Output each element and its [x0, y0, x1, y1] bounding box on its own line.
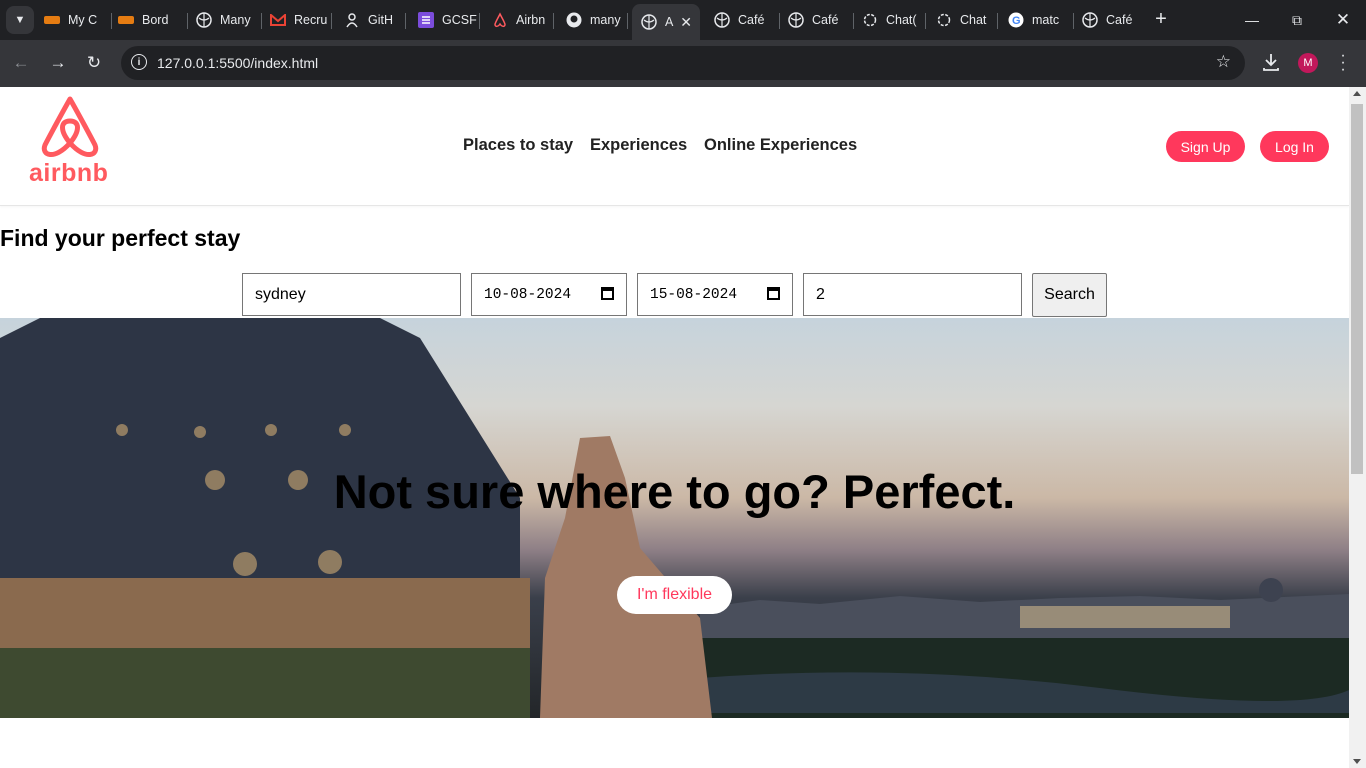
browser-tab[interactable]: Café [714, 6, 780, 34]
browser-tab[interactable]: Chat [936, 6, 998, 34]
tab-search-chevron-icon[interactable]: ▼ [6, 6, 34, 34]
globe-icon [641, 14, 657, 30]
browser-tab[interactable]: Chat( [862, 6, 926, 34]
browser-tab[interactable]: many [566, 6, 628, 34]
globe-icon [788, 12, 804, 28]
checkin-value: 10-08-2024 [484, 286, 572, 303]
sign-up-button[interactable]: Sign Up [1166, 131, 1245, 162]
globe-icon [1082, 12, 1098, 28]
browser-tab[interactable]: My C [44, 6, 112, 34]
page-scrollbar[interactable] [1349, 87, 1366, 768]
browser-tab[interactable]: Café [1082, 6, 1144, 34]
page-viewport: airbnb Places to stay Experiences Online… [0, 87, 1349, 768]
globe-icon [196, 12, 212, 28]
browser-tab[interactable]: Café [788, 6, 854, 34]
checkin-date-input[interactable]: 10-08-2024 [471, 273, 627, 316]
checkout-value: 15-08-2024 [650, 286, 738, 303]
guests-value: 2 [816, 285, 825, 303]
browser-tab[interactable]: GCSF [418, 6, 480, 34]
restore-window-icon[interactable]: ⧉ [1285, 8, 1309, 32]
scroll-up-arrow-icon[interactable] [1353, 91, 1361, 96]
guests-input[interactable]: 2 [803, 273, 1022, 316]
github-icon [566, 12, 582, 28]
search-button[interactable]: Search [1032, 273, 1107, 317]
site-header: airbnb Places to stay Experiences Online… [0, 87, 1349, 206]
airbnb-logo[interactable]: airbnb [28, 95, 112, 187]
openai-icon [862, 12, 878, 28]
nav-online-experiences[interactable]: Online Experiences [704, 136, 857, 155]
openai-icon [936, 12, 952, 28]
forward-arrow-icon[interactable]: → [45, 50, 71, 76]
browser-menu-icon[interactable]: · · · [1338, 48, 1348, 78]
close-window-icon[interactable]: ✕ [1331, 8, 1355, 32]
profile-avatar[interactable]: M [1298, 53, 1318, 73]
orange-brand-icon [118, 12, 134, 28]
logo-wordmark: airbnb [29, 159, 109, 187]
search-title: Find your perfect stay [0, 225, 241, 251]
back-arrow-icon[interactable]: ← [8, 50, 34, 76]
airbnb-icon [492, 12, 508, 28]
download-icon[interactable] [1260, 51, 1284, 75]
person-icon [344, 12, 360, 28]
address-bar[interactable]: i 127.0.0.1:5500/index.html ☆ [121, 46, 1245, 80]
location-input[interactable]: sydney [242, 273, 461, 316]
orange-brand-icon [44, 12, 60, 28]
checkout-date-input[interactable]: 15-08-2024 [637, 273, 793, 316]
close-tab-icon[interactable]: ✕ [680, 14, 692, 31]
nav-places-to-stay[interactable]: Places to stay [463, 136, 573, 155]
url-text[interactable]: 127.0.0.1:5500/index.html [157, 55, 318, 71]
browser-tab[interactable]: Many [196, 6, 262, 34]
browser-tab[interactable]: G matc [1008, 6, 1074, 34]
site-info-icon[interactable]: i [131, 54, 147, 70]
browser-tab[interactable]: Airbn [492, 6, 554, 34]
browser-tab[interactable]: Recru [270, 6, 332, 34]
browser-tab[interactable]: Bord [118, 6, 188, 34]
calendar-icon[interactable] [767, 287, 780, 300]
new-tab-plus-icon[interactable]: + [1150, 8, 1172, 30]
im-flexible-button[interactable]: I'm flexible [617, 576, 732, 614]
reload-icon[interactable]: ↻ [81, 50, 107, 76]
minimize-icon[interactable]: — [1240, 8, 1264, 32]
bookmark-star-icon[interactable]: ☆ [1216, 52, 1231, 72]
location-value: sydney [255, 285, 306, 303]
browser-tab-active[interactable]: A ✕ [632, 4, 700, 40]
list-icon [418, 12, 434, 28]
tab-strip: ▼ My C Bord Many Recru GitH GCSF Airbn m… [0, 0, 1366, 40]
scroll-down-arrow-icon[interactable] [1353, 759, 1361, 764]
nav-experiences[interactable]: Experiences [590, 136, 687, 155]
gmail-icon [270, 12, 286, 28]
hero-banner: Not sure where to go? Perfect. I'm flexi… [0, 318, 1349, 718]
globe-icon [714, 12, 730, 28]
scrollbar-thumb[interactable] [1351, 104, 1363, 474]
log-in-button[interactable]: Log In [1260, 131, 1329, 162]
calendar-icon[interactable] [601, 287, 614, 300]
browser-tab[interactable]: GitH [344, 6, 406, 34]
hero-tagline: Not sure where to go? Perfect. [333, 465, 1016, 518]
google-icon: G [1008, 12, 1024, 28]
airbnb-logo-icon [41, 96, 99, 157]
svg-text:G: G [1012, 15, 1021, 27]
browser-toolbar: ← → ↻ i 127.0.0.1:5500/index.html ☆ M · ·… [0, 40, 1366, 87]
